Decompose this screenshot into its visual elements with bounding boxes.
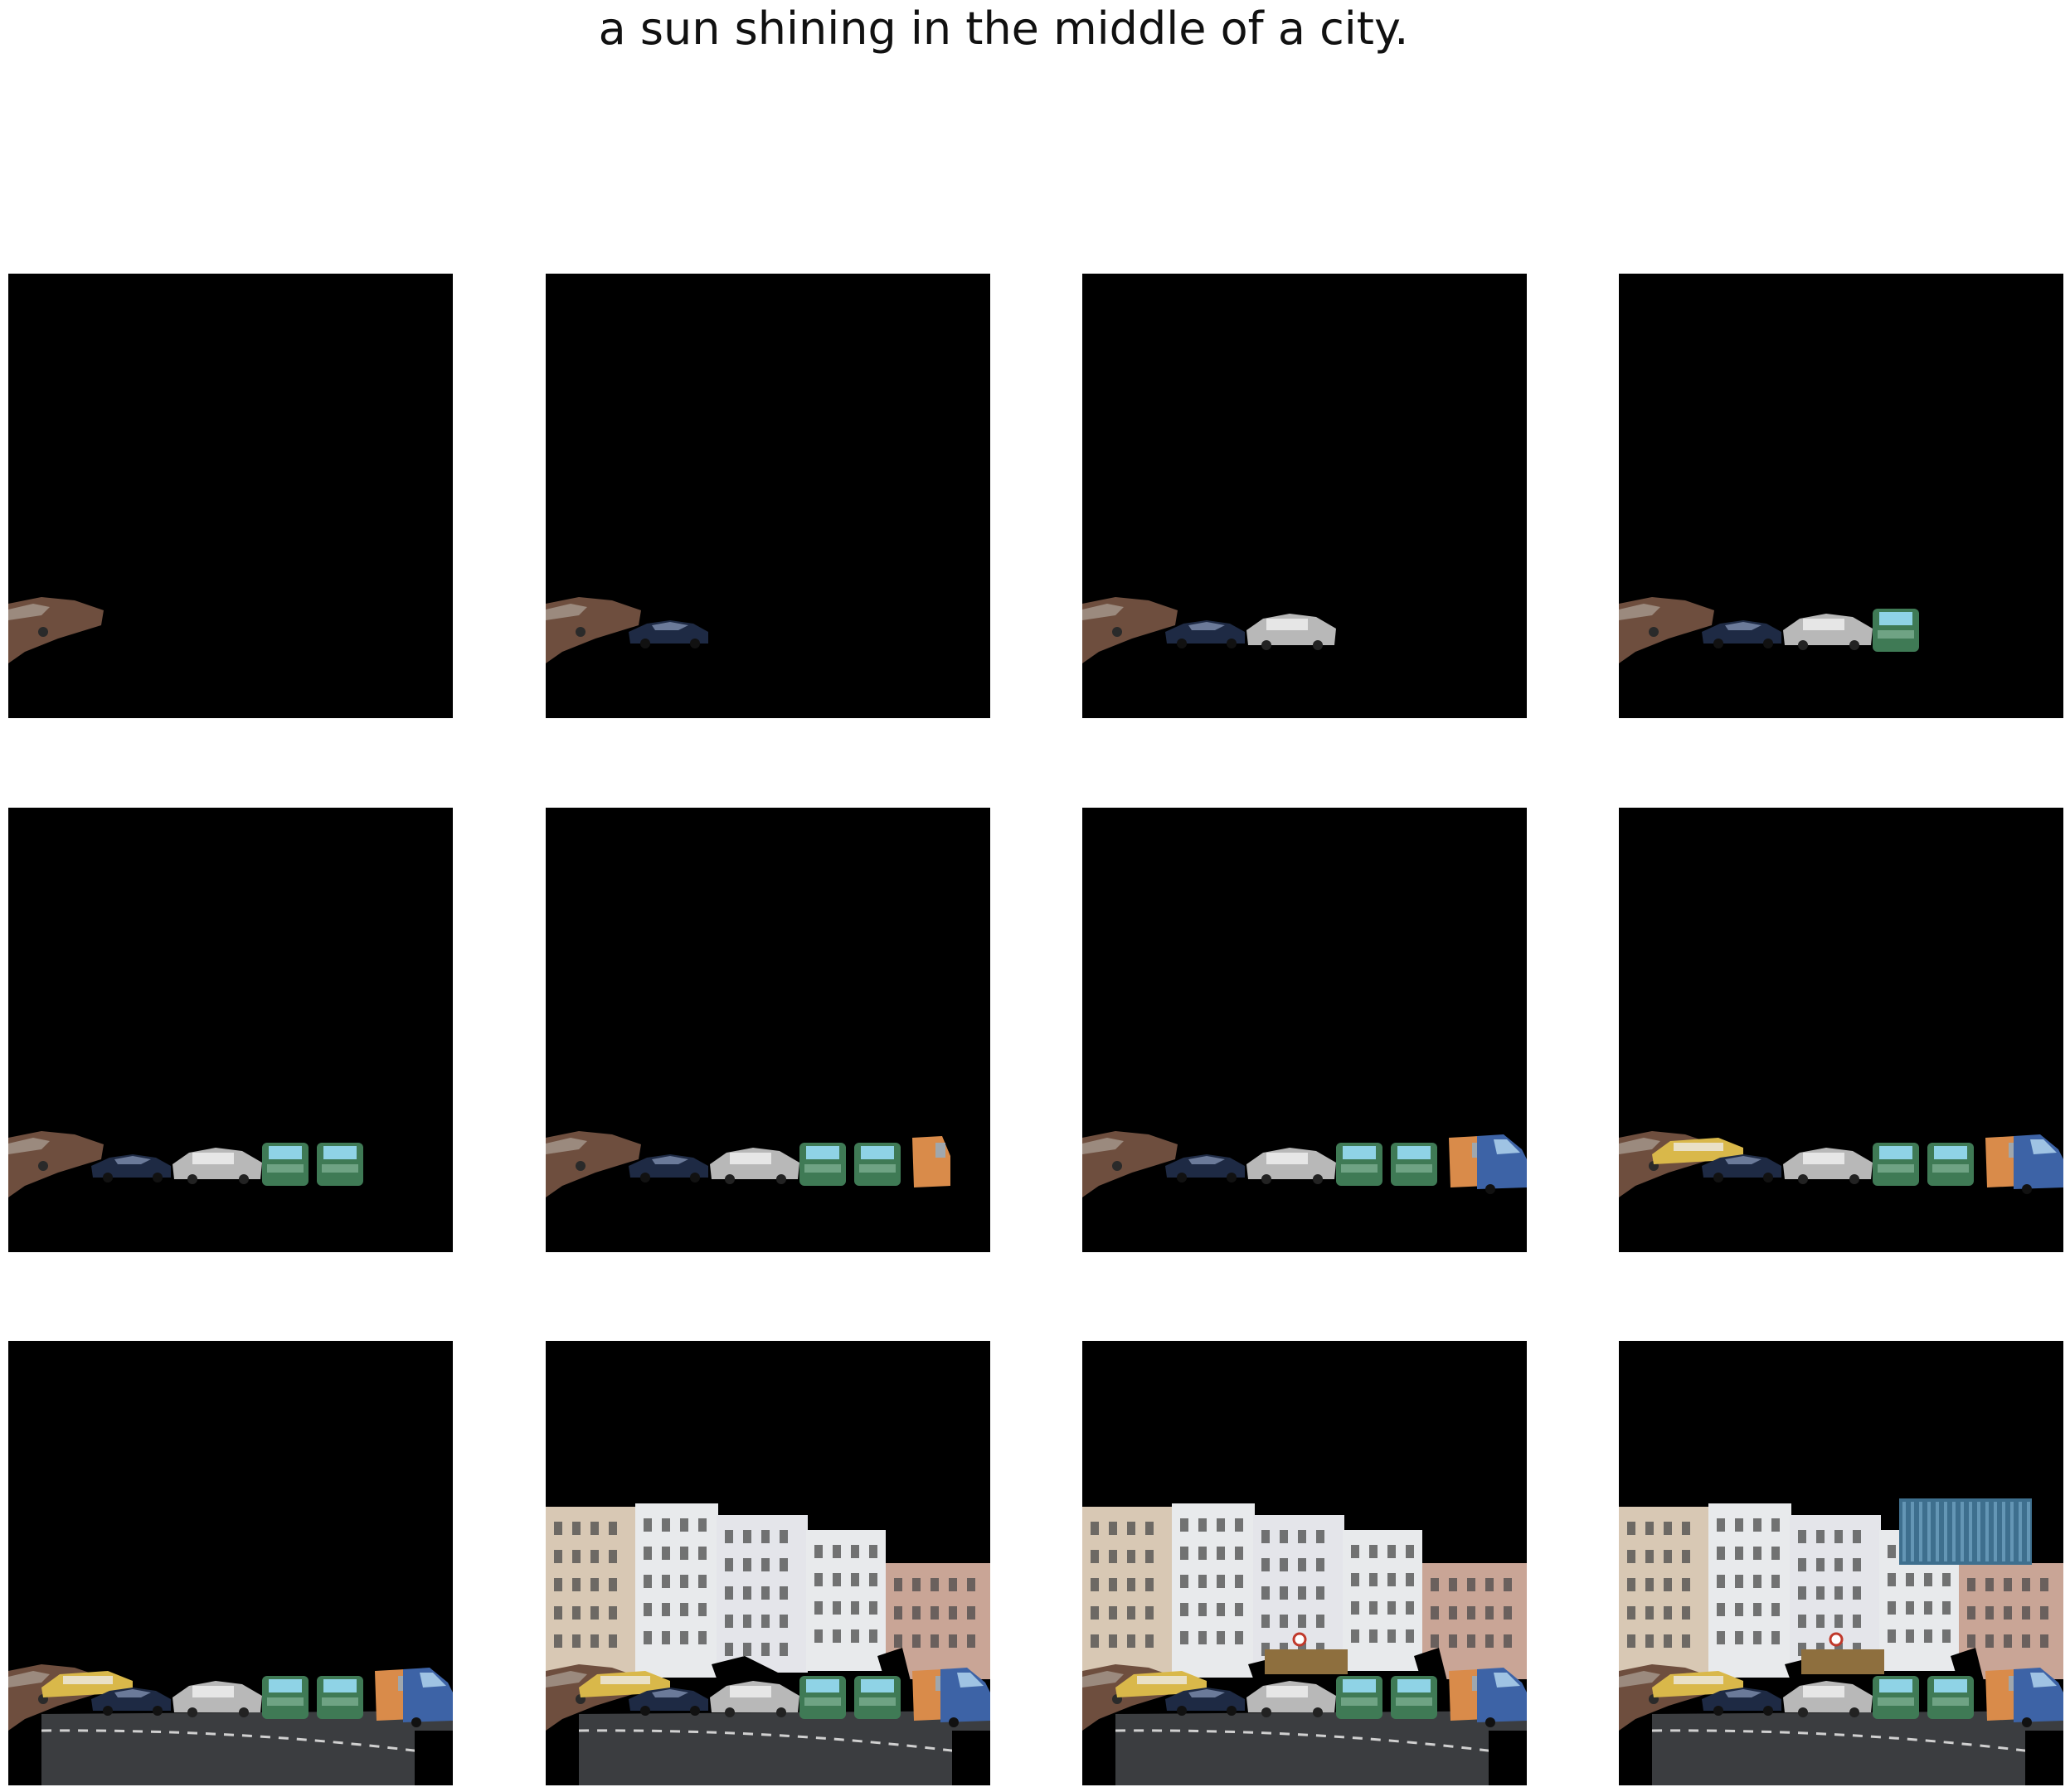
- panel-step-9: [8, 1341, 453, 1785]
- car-green-2: [1927, 1676, 1974, 1719]
- panel-step-10: [546, 1341, 990, 1785]
- panel-canvas: [546, 1341, 990, 1785]
- car-green-1: [799, 1676, 846, 1719]
- panel-canvas: [1082, 1341, 1527, 1785]
- panel-step-4: [1619, 274, 2063, 718]
- car-green-1: [1873, 1676, 1919, 1719]
- car-green-1: [1336, 1676, 1382, 1719]
- car-green-2: [854, 1676, 901, 1719]
- panel-step-8: [1619, 808, 2063, 1252]
- car-green-2: [1391, 1143, 1437, 1186]
- panel-canvas: [1619, 274, 2063, 718]
- skyscraper: [1899, 1498, 2032, 1565]
- panel-canvas: [8, 808, 453, 1252]
- panel-step-5: [8, 808, 453, 1252]
- car-green-2: [317, 1676, 363, 1719]
- panel-step-1: [8, 274, 453, 718]
- road: [1651, 1711, 2063, 1785]
- car-green-1: [1873, 609, 1919, 652]
- panel-canvas: [1619, 808, 2063, 1252]
- car-green-2: [1391, 1676, 1437, 1719]
- car-green-1: [262, 1676, 309, 1719]
- panel-canvas: [1082, 808, 1527, 1252]
- panel-step-2: [546, 274, 990, 718]
- panel-canvas: [1082, 274, 1527, 718]
- car-green-2: [317, 1143, 363, 1186]
- car-green-1: [1336, 1143, 1382, 1186]
- car-green-1: [799, 1143, 846, 1186]
- panel-canvas: [546, 274, 990, 718]
- panel-canvas: [8, 1341, 453, 1785]
- road: [41, 1711, 453, 1785]
- car-green-1: [262, 1143, 309, 1186]
- road: [578, 1711, 990, 1785]
- car-green-1: [1873, 1143, 1919, 1186]
- car-green-2: [854, 1143, 901, 1186]
- panel-step-3: [1082, 274, 1527, 718]
- panel-step-11: [1082, 1341, 1527, 1785]
- panel-step-7: [1082, 808, 1527, 1252]
- panel-canvas: [8, 274, 453, 718]
- figure-title: a sun shining in the middle of a city.: [598, 2, 1409, 55]
- van-orange: [912, 1136, 950, 1187]
- road: [1115, 1711, 1527, 1785]
- panel-step-12: [1619, 1341, 2063, 1785]
- panel-step-6: [546, 808, 990, 1252]
- panel-canvas: [546, 808, 990, 1252]
- car-green-2: [1927, 1143, 1974, 1186]
- panel-canvas: [1619, 1341, 2063, 1785]
